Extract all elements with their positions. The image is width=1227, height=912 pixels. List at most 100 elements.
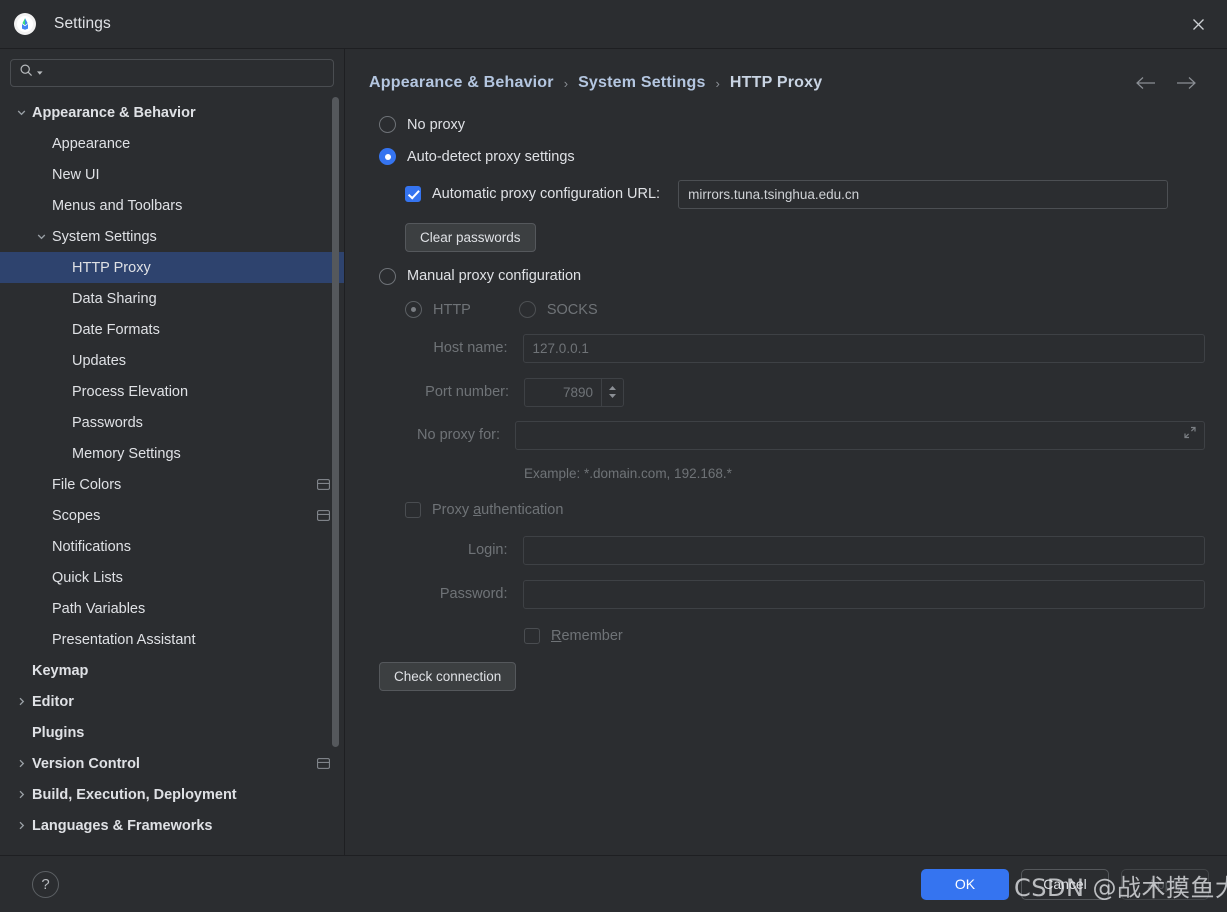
sidebar-item-appearance[interactable]: Appearance [0, 128, 344, 159]
auto-config-url-input[interactable] [678, 179, 1169, 209]
breadcrumb-row: Appearance & Behavior › System Settings › HT… [369, 49, 1205, 109]
sidebar-item-new-ui[interactable]: New UI [0, 159, 344, 190]
arrow-left-icon[interactable] [1135, 72, 1157, 94]
breadcrumb-item[interactable]: Appearance & Behavior [369, 74, 554, 92]
example-text: Example: *.domain.com, 192.168.* [524, 466, 732, 481]
sidebar-item-label: Date Formats [72, 321, 160, 338]
proxy-auth-label: Proxy authentication [432, 501, 564, 518]
search-container [0, 49, 344, 95]
manual-proxy-row[interactable]: Manual proxy configuration [379, 259, 1205, 293]
sidebar-item-http-proxy[interactable]: HTTP Proxy [0, 252, 344, 283]
sidebar-item-label: System Settings [52, 228, 157, 245]
close-icon[interactable] [1179, 5, 1217, 43]
sidebar-item-label: File Colors [52, 476, 122, 493]
search-dropdown-icon[interactable] [36, 64, 44, 82]
sidebar-item-label: Keymap [32, 662, 89, 679]
auto-config-url-label: Automatic proxy configuration URL: [432, 186, 661, 202]
sidebar-item-label: Quick Lists [52, 569, 123, 586]
sidebar-item-file-colors[interactable]: File Colors [0, 469, 344, 500]
auto-detect-radio[interactable] [379, 148, 396, 165]
sidebar-item-menus-and-toolbars[interactable]: Menus and Toolbars [0, 190, 344, 221]
breadcrumb-separator: › [563, 75, 569, 91]
chevron-right-icon[interactable] [10, 820, 32, 831]
sidebar-item-label: Version Control [32, 755, 140, 772]
chevron-down-icon[interactable] [10, 107, 32, 118]
search-input[interactable] [46, 64, 325, 82]
breadcrumb-item[interactable]: System Settings [578, 74, 705, 92]
sidebar-item-passwords[interactable]: Passwords [0, 407, 344, 438]
main-panel: Appearance & Behavior › System Settings › HT… [345, 49, 1227, 855]
project-scope-badge-icon [317, 510, 330, 521]
help-button[interactable]: ? [32, 870, 59, 898]
sidebar-item-presentation-assistant[interactable]: Presentation Assistant [0, 624, 344, 655]
sidebar-item-label: Appearance [52, 135, 131, 152]
remember-checkbox [524, 628, 540, 644]
password-label: Password: [439, 586, 508, 602]
host-name-row: Host name: 127.0.0.1 [379, 326, 1205, 370]
settings-dialog: Settings Appearance & Behavior Appearanc… [0, 0, 1227, 912]
proxy-auth-checkbox [405, 501, 421, 518]
apply-button: Apply [1121, 868, 1209, 900]
ok-button[interactable]: OK [921, 868, 1009, 900]
sidebar-item-quick-lists[interactable]: Quick Lists [0, 562, 344, 593]
sidebar-item-version-control[interactable]: Version Control [0, 748, 344, 779]
no-proxy-row[interactable]: No proxy [379, 109, 1205, 140]
check-connection-row: Check connection [379, 656, 1205, 696]
dialog-footer: ? OK Cancel Apply [0, 855, 1227, 912]
sidebar-item-label: Build, Execution, Deployment [32, 786, 237, 803]
chevron-down-icon[interactable] [30, 231, 52, 242]
no-proxy-for-row: No proxy for: [379, 414, 1205, 456]
settings-sidebar: Appearance & Behavior Appearance New UI Men… [0, 49, 345, 855]
sidebar-item-label: Updates [72, 352, 127, 369]
sidebar-item-label: Path Variables [52, 600, 146, 617]
sidebar-item-label: Menus and Toolbars [52, 197, 183, 214]
sidebar-item-data-sharing[interactable]: Data Sharing [0, 283, 344, 314]
sidebar-item-editor[interactable]: Editor [0, 686, 344, 717]
spinner-down-icon [609, 394, 616, 398]
sidebar-item-languages-frameworks[interactable]: Languages & Frameworks [0, 810, 344, 841]
android-studio-icon [14, 13, 36, 35]
sidebar-item-label: Appearance & Behavior [32, 104, 196, 121]
project-scope-badge-icon [317, 479, 330, 490]
settings-tree[interactable]: Appearance & Behavior Appearance New UI Men… [0, 95, 344, 855]
breadcrumb: Appearance & Behavior › System Settings › HT… [369, 74, 822, 92]
nav-arrows [1135, 72, 1205, 94]
search-box[interactable] [10, 59, 334, 87]
sidebar-item-plugins[interactable]: Plugins [0, 717, 344, 748]
login-label: Login: [468, 542, 508, 558]
auto-config-url-checkbox[interactable] [405, 186, 421, 202]
auto-detect-row[interactable]: Auto-detect proxy settings [379, 140, 1205, 173]
sidebar-item-system-settings[interactable]: System Settings [0, 221, 344, 252]
manual-proxy-radio[interactable] [379, 267, 396, 285]
sidebar-item-label: Memory Settings [72, 445, 181, 462]
sidebar-item-memory-settings[interactable]: Memory Settings [0, 438, 344, 469]
sidebar-item-appearance-behavior[interactable]: Appearance & Behavior [0, 97, 344, 128]
sidebar-item-keymap[interactable]: Keymap [0, 655, 344, 686]
port-number-row: Port number: 7890 [379, 370, 1205, 414]
sidebar-item-scopes[interactable]: Scopes [0, 500, 344, 531]
remember-label: Remember [551, 628, 623, 644]
sidebar-item-path-variables[interactable]: Path Variables [0, 593, 344, 624]
arrow-right-icon[interactable] [1175, 72, 1197, 94]
login-row: Login: [379, 528, 1205, 572]
sidebar-item-label: HTTP Proxy [72, 259, 151, 276]
chevron-right-icon[interactable] [10, 696, 32, 707]
sidebar-item-notifications[interactable]: Notifications [0, 531, 344, 562]
sidebar-item-date-formats[interactable]: Date Formats [0, 314, 344, 345]
clear-passwords-button[interactable]: Clear passwords [405, 222, 536, 252]
chevron-right-icon[interactable] [10, 789, 32, 800]
sidebar-item-updates[interactable]: Updates [0, 345, 344, 376]
sidebar-item-process-elevation[interactable]: Process Elevation [0, 376, 344, 407]
breadcrumb-separator: › [715, 75, 720, 91]
login-input [522, 535, 1205, 565]
chevron-right-icon[interactable] [10, 758, 32, 769]
check-connection-button[interactable]: Check connection [379, 661, 517, 691]
remember-row: Remember [379, 616, 1205, 656]
cancel-button[interactable]: Cancel [1021, 868, 1109, 900]
dialog-body: Appearance & Behavior Appearance New UI Men… [0, 49, 1227, 855]
sidebar-item-build-execution-deployment[interactable]: Build, Execution, Deployment [0, 779, 344, 810]
example-row: Example: *.domain.com, 192.168.* [379, 456, 1205, 491]
port-number-value: 7890 [562, 384, 593, 400]
sidebar-item-label: Scopes [52, 507, 101, 524]
no-proxy-radio[interactable] [379, 116, 396, 133]
